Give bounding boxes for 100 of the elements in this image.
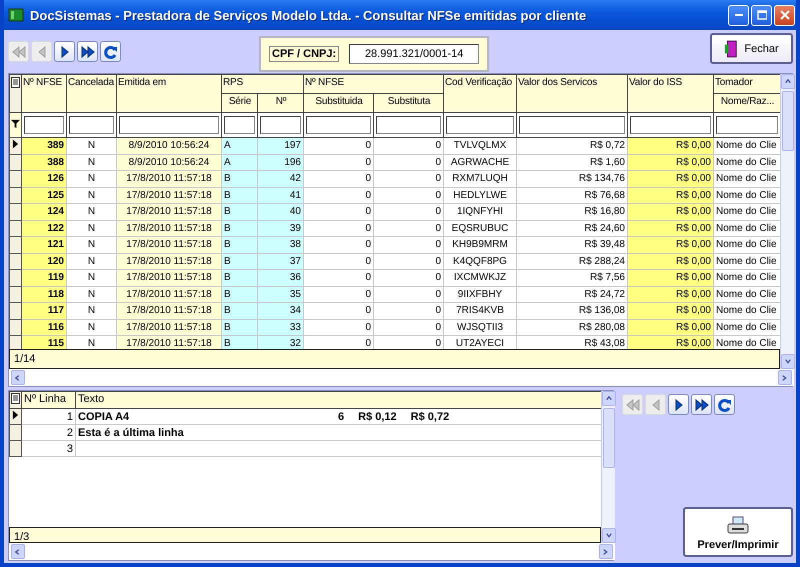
column-header[interactable]: Valor do ISS (628, 74, 714, 112)
grid-options-icon[interactable] (11, 393, 20, 405)
table-cell: N (66, 204, 116, 220)
row-indicator[interactable] (10, 154, 22, 170)
row-indicator[interactable] (10, 336, 22, 349)
maximize-button[interactable] (751, 4, 772, 26)
table-cell: 0 (374, 286, 444, 302)
table-cell: R$ 0,00 (628, 253, 714, 270)
row-indicator[interactable] (10, 170, 22, 187)
scroll-thumb[interactable] (782, 91, 794, 151)
table-cell: Nome do Clie (714, 270, 780, 286)
table-cell: N (66, 170, 116, 187)
scroll-left-button[interactable] (11, 370, 25, 385)
column-header[interactable]: Valor dos Servicos (516, 74, 628, 112)
column-header[interactable]: Cancelada (66, 74, 116, 112)
table-cell: R$ 288,24 (516, 253, 628, 270)
minimize-button[interactable] (728, 4, 749, 26)
column-header[interactable]: Substituida (304, 94, 374, 112)
close-button[interactable] (774, 4, 795, 26)
last-record-button[interactable] (77, 41, 98, 62)
column-header[interactable]: Nº NFSE (22, 74, 66, 112)
cpf-field[interactable]: 28.991.321/0001-14 (349, 44, 480, 64)
table-cell: 2 (22, 424, 76, 440)
row-indicator[interactable] (10, 204, 22, 220)
scroll-thumb[interactable] (603, 408, 615, 468)
table-cell: N (66, 302, 116, 319)
row-indicator[interactable] (10, 319, 22, 336)
table-cell: 388 (22, 154, 66, 170)
table-cell: Nome do Clie (714, 154, 780, 170)
scroll-up-button[interactable] (602, 391, 616, 406)
table-cell: TVLVQLMX (444, 138, 516, 154)
table-cell: N (66, 286, 116, 302)
row-indicator[interactable] (10, 187, 22, 204)
column-header[interactable]: Cod Verificação (444, 74, 516, 112)
refresh-button[interactable] (100, 41, 121, 62)
grid-options-icon[interactable] (11, 77, 20, 89)
scroll-down-button[interactable] (602, 528, 616, 543)
column-header[interactable]: Emitida em (116, 74, 222, 112)
table-cell: 37 (258, 253, 304, 270)
refresh-button[interactable] (714, 394, 735, 415)
table-cell: R$ 43,08 (516, 336, 628, 349)
scroll-right-button[interactable] (599, 544, 613, 559)
row-indicator[interactable] (10, 138, 22, 154)
row-indicator[interactable] (10, 408, 22, 424)
table-cell: B (222, 204, 258, 220)
table-cell: N (66, 154, 116, 170)
table-cell: 3 (22, 440, 76, 456)
scroll-right-button[interactable] (778, 370, 792, 385)
table-cell: 17/8/2010 11:57:18 (116, 336, 222, 349)
column-header[interactable]: Substituta (374, 94, 444, 112)
scroll-down-button[interactable] (781, 354, 795, 369)
table-cell: B (222, 319, 258, 336)
row-indicator[interactable] (10, 253, 22, 270)
table-cell: 0 (374, 302, 444, 319)
table-cell: 0 (304, 270, 374, 286)
filter-field[interactable] (224, 116, 255, 134)
row-indicator[interactable] (10, 440, 22, 456)
table-cell: 0 (374, 270, 444, 286)
filter-field[interactable] (716, 116, 778, 134)
vertical-scrollbar[interactable] (780, 74, 794, 369)
filter-field[interactable] (376, 116, 441, 134)
row-indicator[interactable] (10, 270, 22, 286)
table-cell: 0 (304, 204, 374, 220)
app-icon (8, 7, 24, 23)
preview-print-button[interactable]: Prever/Imprimir (683, 507, 793, 557)
table-cell: Nome do Clie (714, 286, 780, 302)
scroll-up-button[interactable] (781, 74, 795, 89)
filter-field[interactable] (446, 116, 514, 134)
table-cell: 120 (22, 253, 66, 270)
table-cell: R$ 0,00 (628, 220, 714, 236)
scroll-left-button[interactable] (11, 544, 25, 559)
table-cell: N (66, 253, 116, 270)
arrow-icon (10, 44, 26, 60)
vertical-scrollbar[interactable] (601, 391, 615, 543)
filter-field[interactable] (306, 116, 371, 134)
filter-field[interactable] (119, 116, 219, 134)
table-cell: 0 (374, 138, 444, 154)
column-header[interactable]: Nome/Raz... (714, 94, 780, 112)
filter-field[interactable] (69, 116, 114, 134)
column-header[interactable]: Nº (258, 94, 304, 112)
row-indicator[interactable] (10, 236, 22, 253)
close-form-button[interactable]: Fechar (710, 33, 793, 64)
column-header[interactable]: Nº Linha (22, 392, 76, 408)
column-header[interactable]: Série (222, 94, 258, 112)
row-indicator[interactable] (10, 424, 22, 440)
next-record-button[interactable] (668, 394, 689, 415)
row-indicator[interactable] (10, 286, 22, 302)
last-record-button[interactable] (691, 394, 712, 415)
table-cell: Nome do Clie (714, 170, 780, 187)
filter-field[interactable] (260, 116, 301, 134)
filter-field[interactable] (24, 116, 64, 134)
next-record-button[interactable] (54, 41, 75, 62)
filter-field[interactable] (519, 116, 625, 134)
filter-field[interactable] (630, 116, 711, 134)
table-cell: EQSRUBUC (444, 220, 516, 236)
column-header[interactable]: Texto (76, 392, 602, 408)
row-indicator[interactable] (10, 220, 22, 236)
row-indicator[interactable] (10, 302, 22, 319)
table-cell: 389 (22, 138, 66, 154)
table-cell: 0 (374, 253, 444, 270)
